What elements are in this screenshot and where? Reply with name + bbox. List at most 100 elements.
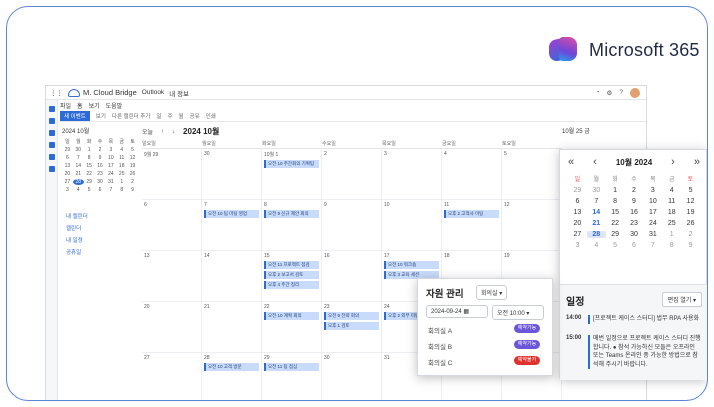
picker-day[interactable]: 9 — [625, 198, 644, 205]
nav-apps-icon[interactable] — [48, 166, 55, 172]
picker-day[interactable]: 3 — [568, 242, 587, 249]
day-cell[interactable]: 14 — [202, 251, 262, 302]
picker-day[interactable]: 15 — [606, 209, 625, 216]
day-cell[interactable]: 21 — [202, 302, 262, 353]
day-cell[interactable]: 7 오전 10 팀 미팅 영업 — [202, 200, 262, 251]
prev-month-icon[interactable]: ↑ — [161, 129, 164, 135]
calendar-event[interactable]: 오전 10 팀 미팅 영업 — [204, 210, 259, 218]
picker-day[interactable]: 27 — [568, 231, 587, 238]
mini-day[interactable]: 3 — [62, 187, 73, 193]
calendar-event[interactable]: 오후 1 검토 — [324, 322, 379, 330]
day-cell[interactable]: 16 — [322, 251, 382, 302]
picker-day[interactable]: 2 — [681, 231, 700, 238]
date-input[interactable]: 2024-09-24 ▦ — [426, 305, 488, 318]
mini-day[interactable]: 12 — [127, 155, 138, 161]
menu-file[interactable]: 파일 — [60, 101, 71, 110]
mini-day[interactable]: 8 — [84, 155, 95, 161]
calendar-event[interactable]: 오전 10 고객 방문 — [204, 363, 259, 371]
time-select[interactable]: 오전 10:00 ▾ — [492, 305, 544, 320]
picker-day[interactable]: 24 — [643, 220, 662, 227]
picker-day[interactable]: 3 — [643, 187, 662, 194]
mini-day[interactable]: 21 — [73, 171, 84, 177]
day-cell[interactable]: 6 — [142, 200, 202, 251]
ribbon-item[interactable]: 보기 — [96, 112, 106, 120]
top-tab-profile[interactable]: 내 정보 — [169, 88, 189, 98]
mini-day[interactable]: 20 — [62, 171, 73, 177]
ribbon-item[interactable]: 인쇄 — [206, 112, 216, 120]
prev-month-icon[interactable]: ‹ — [593, 156, 597, 168]
nav-mail-icon[interactable] — [48, 106, 55, 112]
mini-day[interactable]: 28 — [72, 179, 84, 185]
picker-day[interactable]: 1 — [662, 231, 681, 238]
month-title[interactable]: 2024 10월 — [183, 126, 219, 137]
picker-day[interactable]: 16 — [625, 209, 644, 216]
mini-day[interactable]: 7 — [105, 187, 116, 193]
room-status-pill[interactable]: 예약불가 — [514, 356, 540, 365]
picker-day[interactable]: 18 — [662, 209, 681, 216]
room-status-pill[interactable]: 예약가능 — [514, 324, 540, 333]
mini-day[interactable]: 19 — [127, 163, 138, 169]
picker-day[interactable]: 29 — [606, 231, 625, 238]
calendar-event[interactable]: 오후 4 주간 정리 — [264, 281, 319, 289]
ribbon-item[interactable]: 일 — [156, 112, 161, 120]
day-cell[interactable]: 2 — [322, 149, 382, 200]
picker-day[interactable]: 13 — [568, 209, 587, 216]
prev-year-icon[interactable]: « — [568, 156, 574, 168]
picker-day[interactable]: 26 — [681, 220, 700, 227]
resource-type-select[interactable]: 회의실 ▾ — [476, 285, 508, 300]
day-cell[interactable]: 4 — [442, 149, 502, 200]
nav-people-icon[interactable] — [48, 130, 55, 136]
picker-day[interactable]: 7 — [643, 242, 662, 249]
schedule-item[interactable]: 14:00 [프로젝트 케이스 스터디] 법무 RPA 사용화 — [566, 315, 702, 324]
picker-day[interactable]: 14 — [587, 209, 606, 216]
day-cell[interactable]: 12 — [502, 200, 562, 251]
today-button[interactable]: 오늘 — [142, 127, 153, 136]
day-cell[interactable]: 15 오전 11 프로젝트 점검 오후 2 보고서 검토 오후 4 주간 정리 — [262, 251, 322, 302]
calendar-event[interactable]: 오전 11 프로젝트 점검 — [264, 261, 319, 269]
ribbon-item[interactable]: 공유 — [190, 112, 200, 120]
calendar-event[interactable]: 오전 10 워크숍 — [384, 261, 439, 269]
mini-day[interactable]: 30 — [73, 147, 84, 153]
menu-help[interactable]: 도움말 — [106, 101, 123, 110]
mini-day[interactable]: 23 — [95, 171, 106, 177]
picker-day[interactable]: 4 — [587, 242, 606, 249]
mini-day[interactable]: 1 — [84, 147, 95, 153]
mini-day[interactable]: 17 — [105, 163, 116, 169]
day-cell[interactable]: 13 — [142, 251, 202, 302]
ribbon-item[interactable]: 다른 캘린더 추가 — [112, 112, 150, 120]
mini-day[interactable]: 24 — [105, 171, 116, 177]
mini-day[interactable]: 2 — [127, 179, 138, 185]
day-cell[interactable]: 30 — [202, 149, 262, 200]
calendar-event[interactable]: 오후 2 고객사 미팅 — [444, 210, 499, 218]
picker-day[interactable]: 12 — [681, 198, 700, 205]
new-event-button[interactable]: 새 이벤트 — [60, 111, 90, 121]
day-cell[interactable]: 27 — [142, 353, 202, 400]
notification-icon[interactable]: ◔ — [596, 89, 600, 96]
mini-day[interactable]: 4 — [73, 187, 84, 193]
picker-day[interactable]: 1 — [606, 187, 625, 194]
day-cell[interactable]: 9 — [322, 200, 382, 251]
picker-day[interactable]: 5 — [681, 187, 700, 194]
mini-day[interactable]: 4 — [116, 147, 127, 153]
user-avatar[interactable] — [630, 87, 640, 98]
picker-day[interactable]: 2 — [625, 187, 644, 194]
picker-day[interactable]: 30 — [587, 187, 606, 194]
mini-day[interactable]: 8 — [116, 187, 127, 193]
side-link[interactable]: 내 일정 — [66, 235, 88, 247]
picker-day[interactable]: 28 — [586, 231, 606, 238]
picker-day[interactable]: 9 — [681, 242, 700, 249]
calendar-event[interactable]: 오전 10 주간회의 기획팀 — [264, 160, 319, 168]
mini-day[interactable]: 30 — [95, 179, 106, 185]
picker-day[interactable]: 22 — [606, 220, 625, 227]
side-link[interactable]: 내 캘린더 — [66, 211, 88, 223]
edit-open-dropdown[interactable]: 편집 열기 ▾ — [661, 292, 702, 307]
picker-day[interactable]: 11 — [662, 198, 681, 205]
menu-view[interactable]: 보기 — [89, 101, 100, 110]
day-cell[interactable]: 10월 1 오전 10 주간회의 기획팀 — [262, 149, 322, 200]
picker-day[interactable]: 30 — [625, 231, 644, 238]
day-cell[interactable]: 8 오전 9 신규 제안 회의 — [262, 200, 322, 251]
picker-day[interactable]: 21 — [587, 220, 606, 227]
picker-day[interactable]: 4 — [662, 187, 681, 194]
day-cell[interactable]: 10 — [382, 200, 442, 251]
picker-day[interactable]: 7 — [587, 198, 606, 205]
